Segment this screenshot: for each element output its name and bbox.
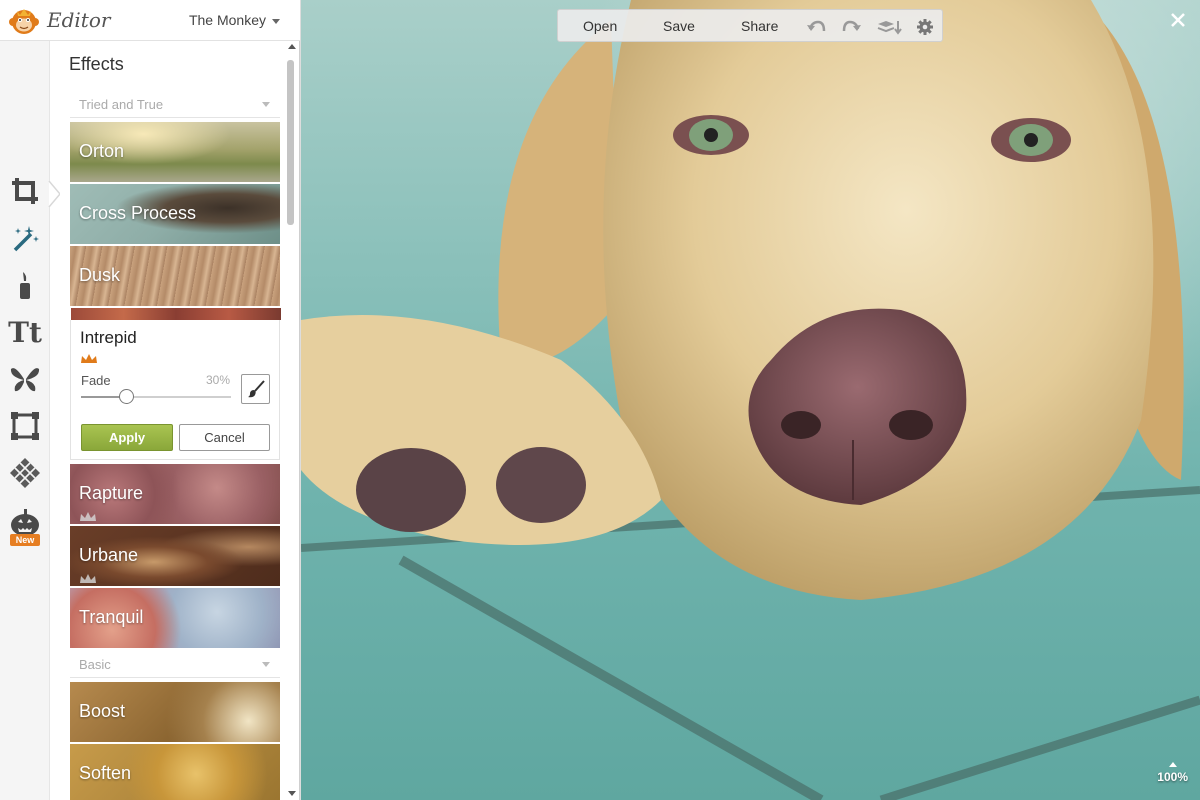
chevron-down-icon [272,18,280,24]
frame-icon [11,412,39,440]
crown-icon [80,574,96,583]
dog-photo [301,0,1200,800]
fade-slider[interactable] [81,389,231,404]
touch-up-brush-icon [20,272,30,299]
effect-label: Urbane [79,545,139,565]
gear-icon [917,19,933,35]
editor-panel: Editor The Monkey Tt New Effects Tried a… [0,0,300,800]
effect-orton[interactable]: Orton [70,122,280,182]
section-label: Tried and True [79,97,164,112]
zoom-control[interactable]: 100% [1157,762,1188,784]
app-title: Editor [47,8,111,32]
zoom-level: 100% [1157,770,1188,784]
paint-brush-icon [247,380,265,398]
effect-rapture[interactable]: Rapture [70,464,280,524]
effect-tranquil[interactable]: Tranquil [70,588,280,648]
effect-cross-process[interactable]: Cross Process [70,184,280,244]
section-tried-and-true[interactable]: Tried and True [70,90,280,118]
effect-label: Cross Process [79,203,197,223]
magic-wand-icon [13,226,39,252]
cancel-button[interactable]: Cancel [179,424,270,451]
photo-canvas[interactable]: Open Save Share 100% [301,0,1200,800]
text-icon: Tt [8,315,42,349]
save-button[interactable]: Save [663,18,695,34]
effect-urbane[interactable]: Urbane [70,526,280,586]
fade-label: Fade [81,373,111,388]
effect-soften[interactable]: Soften [70,744,280,800]
effect-settings-intrepid: Intrepid Fade 30% Apply Cancel [70,308,281,460]
butterfly-icon [10,368,40,392]
chevron-down-icon [262,662,270,667]
effect-thumbnail-strip [71,308,281,320]
effect-label: Soften [79,763,132,783]
text-tool[interactable]: Tt [7,314,43,350]
user-name: The Monkey [188,12,266,28]
file-actions-bar: Open Save Share [557,9,943,42]
new-badge: New [10,534,40,546]
redo-icon [842,20,861,32]
redo-button[interactable] [841,17,863,37]
tool-sidebar: Tt New [0,41,50,800]
textures-tool[interactable] [7,455,43,491]
section-basic[interactable]: Basic [70,650,280,678]
section-label: Basic [79,657,111,672]
layers-button[interactable] [876,17,904,37]
apply-button[interactable]: Apply [81,424,173,451]
share-button[interactable]: Share [741,18,778,34]
crown-icon [81,354,97,363]
fade-slider-thumb[interactable] [119,389,134,404]
effect-label: Orton [79,141,125,161]
layers-icon [877,21,902,35]
effect-label: Dusk [79,265,121,285]
scroll-thumb[interactable] [287,60,294,225]
scroll-up-arrow-icon[interactable] [288,44,296,49]
effect-dusk[interactable]: Dusk [70,246,280,306]
zoom-up-arrow-icon [1168,762,1177,767]
effect-settings-title: Intrepid [80,328,137,347]
open-button[interactable]: Open [583,18,617,34]
undo-button[interactable] [805,17,827,37]
crop-tool[interactable] [7,173,43,209]
effects-pane[interactable]: Effects Tried and True Orton Cross Proce… [60,41,285,800]
effect-label: Rapture [79,483,144,503]
undo-icon [807,20,826,32]
active-tool-pointer [48,181,60,207]
frames-tool[interactable] [7,408,43,444]
chevron-down-icon [262,102,270,107]
effects-scrollbar[interactable] [285,41,299,800]
effect-label: Boost [79,701,126,721]
crop-icon [12,178,38,204]
crown-icon [80,512,96,521]
effect-label: Tranquil [79,607,144,627]
touch-up-tool[interactable] [7,267,43,303]
effects-title: Effects [69,54,124,74]
effect-boost[interactable]: Boost [70,682,280,742]
user-menu[interactable]: The Monkey [189,12,280,28]
paint-brush-button[interactable] [241,374,270,404]
settings-button[interactable] [914,17,936,37]
effects-tool[interactable] [7,220,43,256]
monkey-logo-icon[interactable] [8,5,40,37]
fade-value: 30% [205,373,230,387]
scroll-down-arrow-icon[interactable] [288,791,296,796]
overlays-tool[interactable] [7,361,43,397]
top-bar: Editor The Monkey [0,0,300,41]
texture-icon [10,458,40,488]
close-icon[interactable] [1170,12,1186,28]
